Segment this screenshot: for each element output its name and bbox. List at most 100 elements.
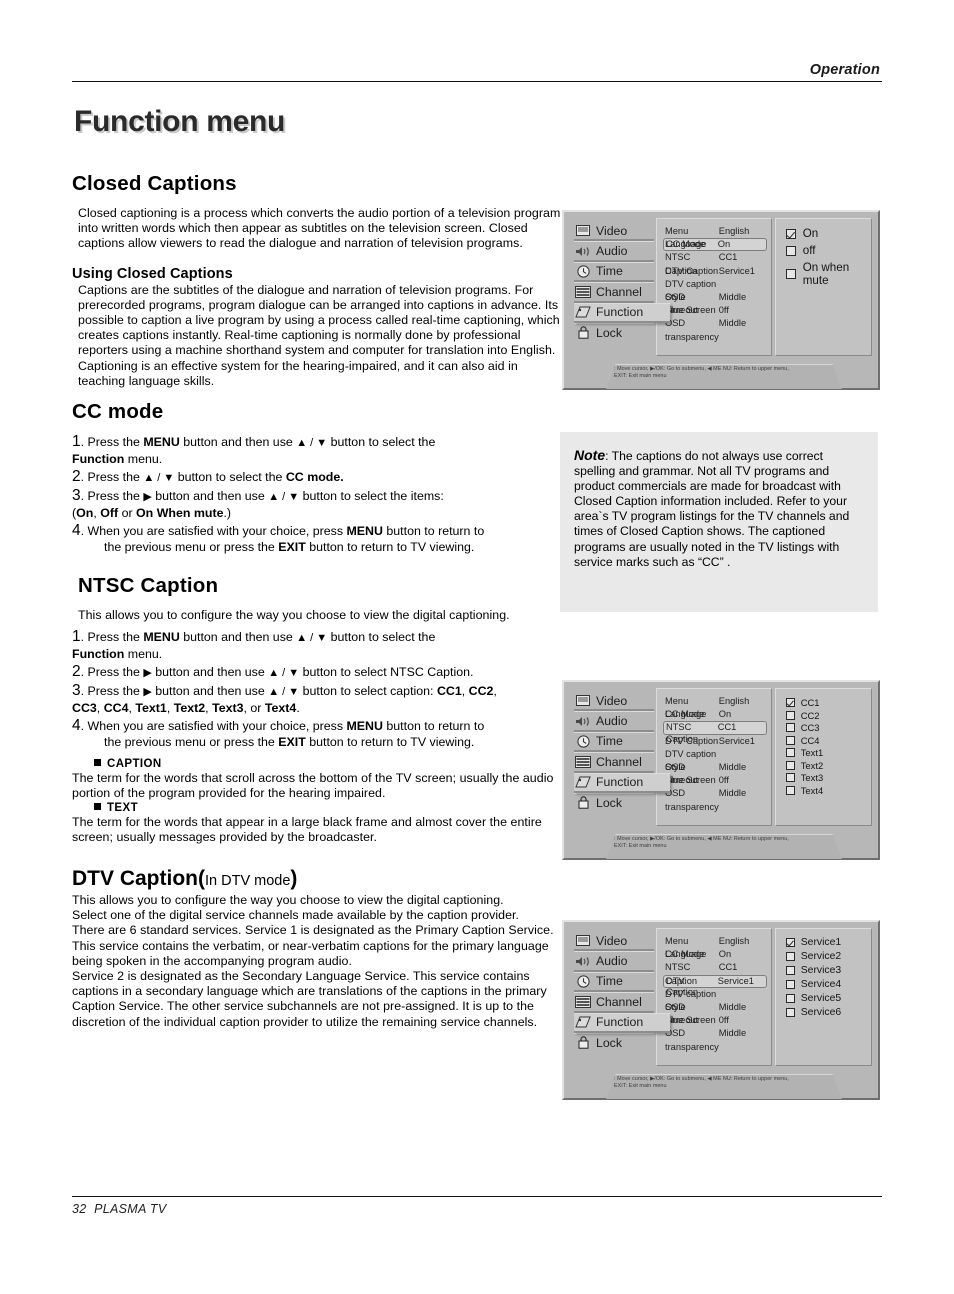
option-label: Service3 <box>800 965 842 976</box>
bullet-square-icon <box>94 759 101 767</box>
sidebar-item-lock[interactable]: Lock <box>574 792 654 811</box>
osd-footer: : Move cursor, ▶/OK: Go to submenu, ◀ ME… <box>564 1074 878 1100</box>
menu-row[interactable]: DTV Caption Service1 <box>663 735 767 748</box>
note-text: : The captions do not always use correct… <box>574 449 850 569</box>
menu-row-selected[interactable]: NTSC Caption CC1 <box>663 721 767 744</box>
osd-footer-text: : Move cursor, ▶/OK: Go to submenu, ◀ ME… <box>614 366 789 379</box>
checkbox-icon[interactable] <box>785 245 796 256</box>
option-row[interactable]: On <box>785 227 871 240</box>
menu-row[interactable]: OSD Timeout Middle <box>663 761 767 785</box>
menu-row[interactable]: OSD transparency Middle <box>663 1027 767 1051</box>
sidebar-label: Lock <box>596 795 622 810</box>
menu-row[interactable]: Menu Language English <box>663 695 767 719</box>
checkbox-icon[interactable] <box>785 723 795 732</box>
option-row[interactable]: Text4 <box>785 785 871 796</box>
sidebar-item-time[interactable]: Time <box>574 971 654 993</box>
option-row[interactable]: On when mute <box>785 261 871 287</box>
sidebar-item-audio[interactable]: Audio <box>574 711 654 732</box>
option-row[interactable]: Service5 <box>785 993 871 1004</box>
menu-row-selected[interactable]: CC Mode On <box>663 238 767 252</box>
option-row[interactable]: CC3 <box>785 722 871 733</box>
checkbox-icon[interactable] <box>785 1008 795 1017</box>
menu-row[interactable]: DTV Caption Service1 <box>663 265 767 278</box>
checkbox-icon[interactable] <box>785 269 796 279</box>
sidebar-item-lock[interactable]: Lock <box>574 1032 654 1051</box>
page-title: Function menu <box>74 105 286 138</box>
menu-row[interactable]: CC Mode On <box>663 948 767 961</box>
menu-row[interactable]: NTSC Caption CC1 <box>663 961 767 985</box>
lock-icon <box>574 796 592 809</box>
osd-menu-list-2: Menu Language English CC Mode On NTSC Capt… <box>656 688 772 826</box>
checkbox-icon[interactable] <box>785 760 795 770</box>
sidebar-label: Function <box>596 1015 644 1030</box>
option-row[interactable]: Service3 <box>785 965 871 976</box>
option-row[interactable]: off <box>785 244 871 257</box>
menu-row[interactable]: DTV caption Style <box>663 278 767 302</box>
tag-icon <box>574 306 592 319</box>
sidebar-label: Audio <box>596 954 628 969</box>
option-row[interactable]: CC1 <box>785 697 871 708</box>
option-row[interactable]: Service2 <box>785 951 871 962</box>
sidebar-item-function[interactable]: Function <box>574 772 670 793</box>
checkbox-icon[interactable] <box>785 735 795 745</box>
sidebar-item-audio[interactable]: Audio <box>574 241 654 262</box>
option-row[interactable]: CC4 <box>785 735 871 746</box>
menu-row[interactable]: Blue Screen 0ff <box>663 304 767 317</box>
checkbox-icon[interactable] <box>785 785 795 795</box>
menu-row[interactable]: Blue Screen 0ff <box>663 774 767 787</box>
menu-row[interactable]: OSD Timeout Middle <box>663 291 767 315</box>
sidebar-item-channel[interactable]: Channel <box>574 992 654 1013</box>
option-row[interactable]: Service4 <box>785 979 871 990</box>
sidebar-item-channel[interactable]: Channel <box>574 752 654 773</box>
option-row[interactable]: CC2 <box>785 710 871 721</box>
menu-row[interactable]: Menu Language English <box>663 935 767 959</box>
checkbox-icon[interactable] <box>785 994 795 1003</box>
sidebar-item-video[interactable]: Video <box>574 932 654 952</box>
sidebar-item-function[interactable]: Function <box>574 1012 670 1033</box>
sidebar-item-lock[interactable]: Lock <box>574 322 654 341</box>
osd-footer: : Move cursor, ▶/OK: Go to submenu, ◀ ME… <box>564 834 878 860</box>
menu-row-selected[interactable]: DTV Caption Service1 <box>663 974 767 997</box>
sidebar-item-audio[interactable]: Audio <box>574 951 654 972</box>
menu-row[interactable]: OSD Timeout Middle <box>663 1001 767 1025</box>
option-label: On when mute <box>802 261 850 287</box>
checkbox-icon[interactable] <box>785 748 795 757</box>
sidebar-item-time[interactable]: Time <box>574 261 654 283</box>
checkbox-icon[interactable] <box>785 773 795 782</box>
note-label: Note <box>574 447 606 463</box>
osd-nav-column: Video Audio Time Channel Function Lock <box>570 218 670 356</box>
menu-row[interactable]: OSD transparency Middle <box>663 787 767 811</box>
clock-icon <box>574 265 592 278</box>
menu-row[interactable]: OSD transparency Middle <box>663 317 767 341</box>
checkbox-icon[interactable] <box>785 710 795 720</box>
checkbox-checked-icon[interactable] <box>785 698 795 707</box>
option-label: Service5 <box>800 993 842 1004</box>
option-label: Service6 <box>800 1007 842 1018</box>
cc-mode-steps: 1. Press the MENU button and then use ▲ … <box>72 434 562 555</box>
checkbox-icon[interactable] <box>785 952 795 961</box>
menu-row[interactable]: Blue Screen 0ff <box>663 1014 767 1027</box>
sidebar-item-function[interactable]: Function <box>574 302 670 323</box>
sidebar-item-channel[interactable]: Channel <box>574 282 654 303</box>
option-row[interactable]: Text1 <box>785 747 871 758</box>
option-row[interactable]: Service6 <box>785 1007 871 1018</box>
section-label: Operation <box>809 62 880 78</box>
menu-row[interactable]: CC Mode On <box>663 708 767 721</box>
menu-row[interactable]: NTSC Caption CC1 <box>663 251 767 275</box>
checkbox-checked-icon[interactable] <box>785 228 796 239</box>
header-rule <box>72 81 882 82</box>
menu-row[interactable]: DTV caption Style <box>663 748 767 772</box>
option-row[interactable]: Service1 <box>785 937 871 948</box>
menu-row[interactable]: Menu Language English <box>663 225 767 249</box>
menu-row[interactable]: DTV caption Style <box>663 988 767 1012</box>
closed-captions-intro: Closed captioning is a process which con… <box>78 206 561 251</box>
sidebar-item-video[interactable]: Video <box>574 692 654 712</box>
option-row[interactable]: Text3 <box>785 772 871 783</box>
ntsc-step-2: 2. Press the ▶ button and then use ▲ / ▼… <box>72 663 474 681</box>
checkbox-icon[interactable] <box>785 980 795 989</box>
sidebar-item-video[interactable]: Video <box>574 222 654 242</box>
sidebar-item-time[interactable]: Time <box>574 731 654 753</box>
option-row[interactable]: Text2 <box>785 760 871 771</box>
checkbox-checked-icon[interactable] <box>785 938 795 947</box>
checkbox-icon[interactable] <box>785 966 795 975</box>
